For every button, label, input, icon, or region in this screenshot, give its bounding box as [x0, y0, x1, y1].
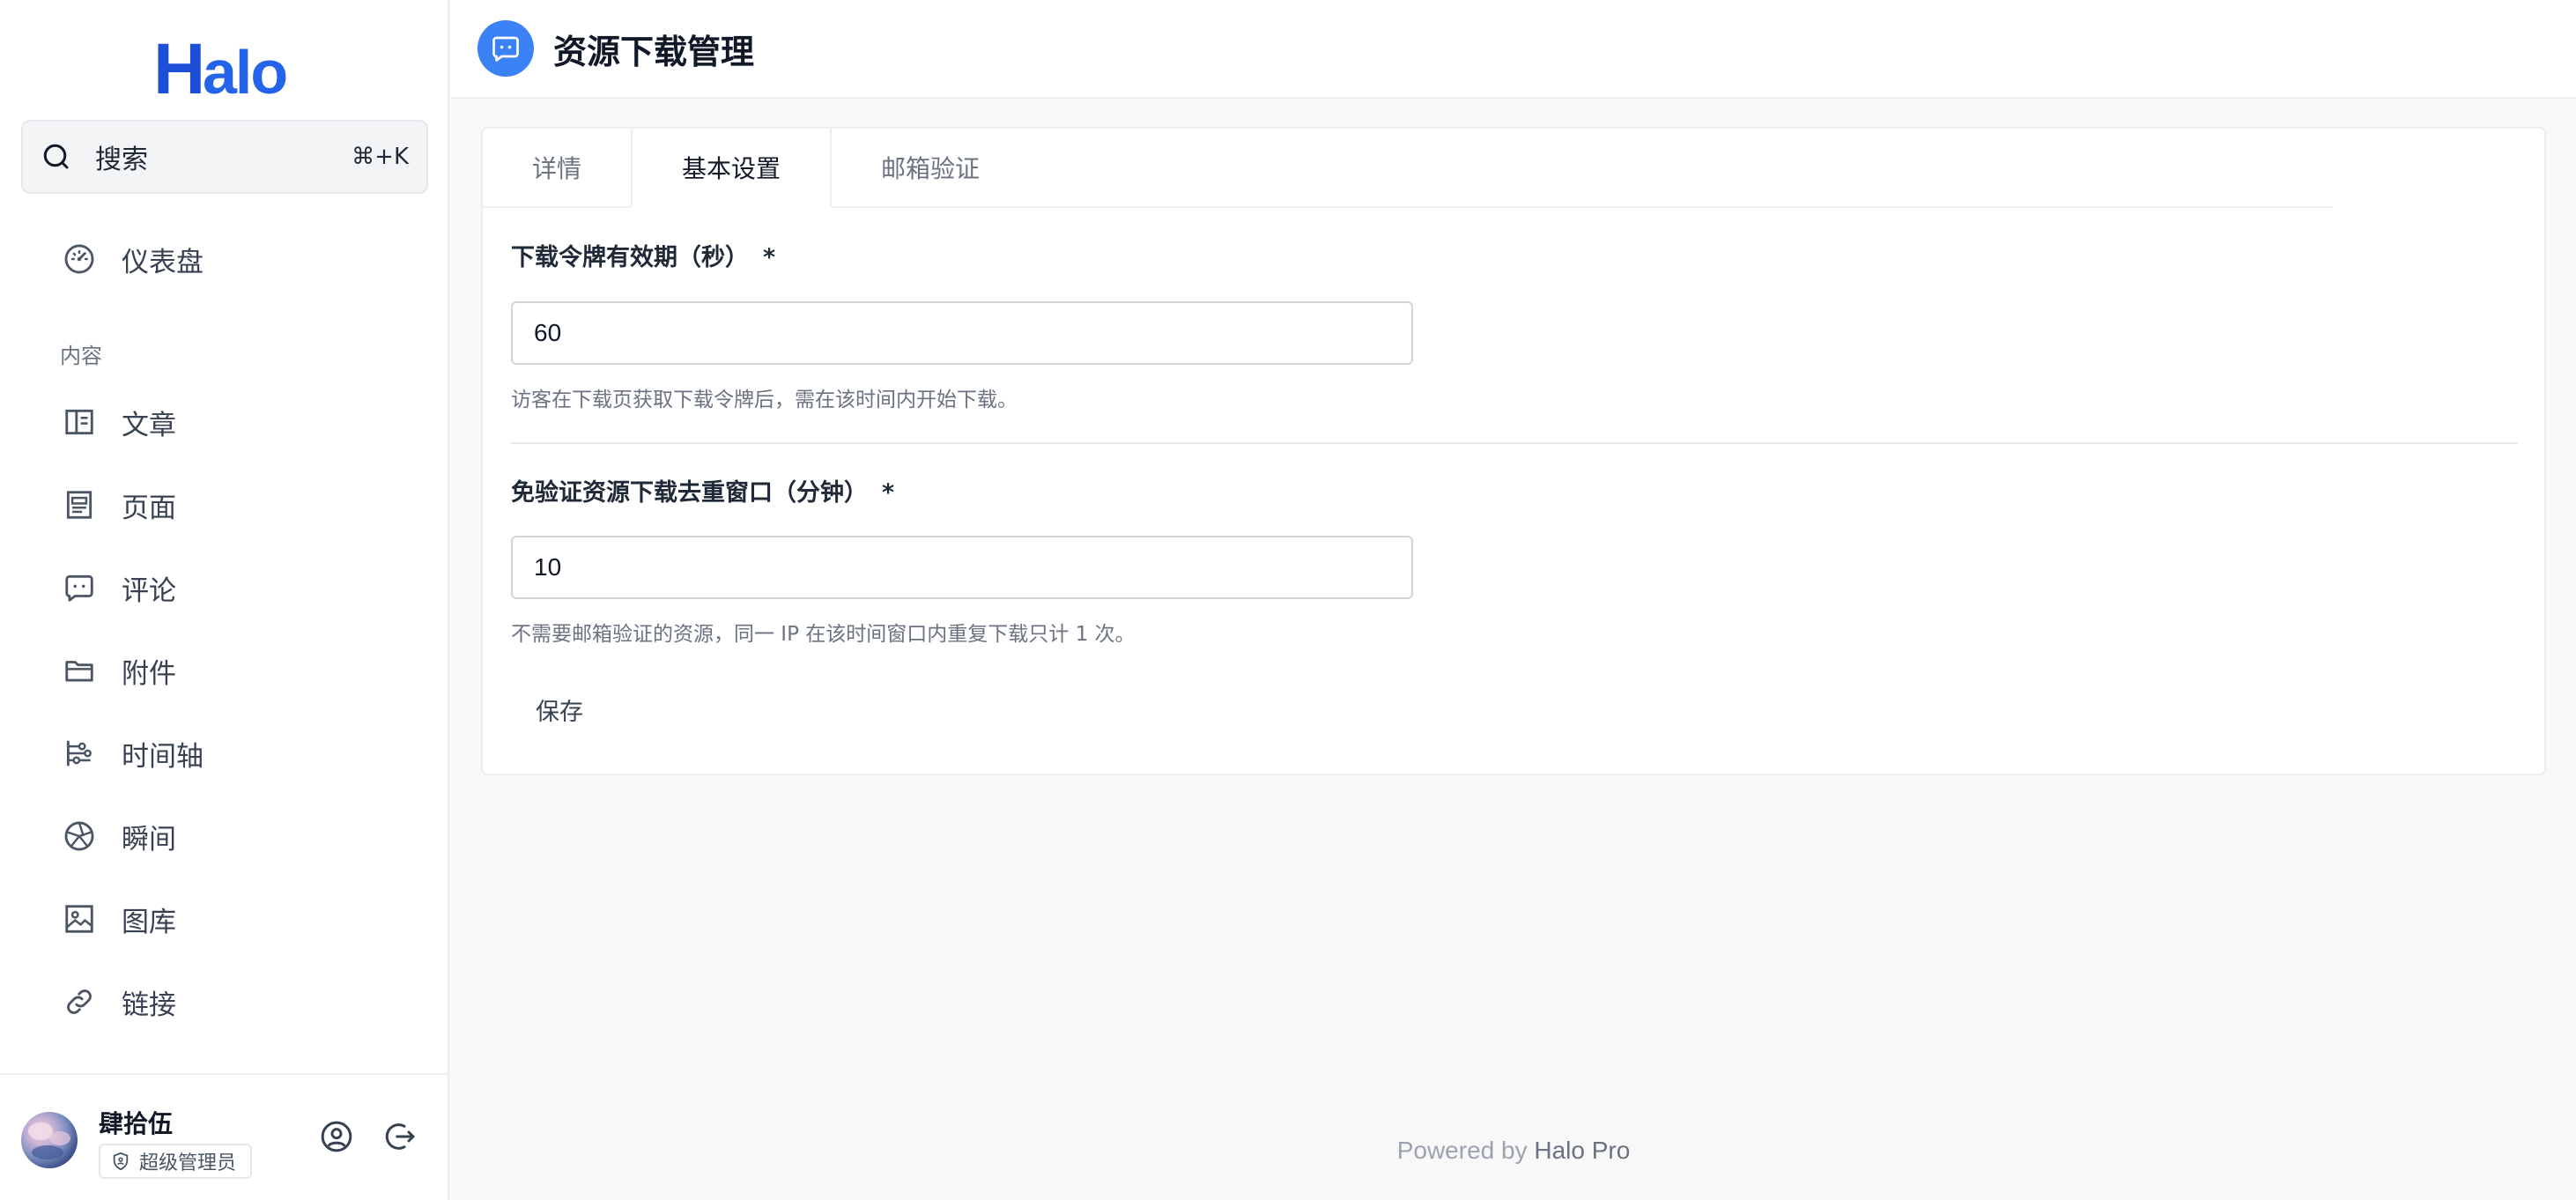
sidebar-item-label: 图库: [122, 906, 176, 938]
tab-email-verification[interactable]: 邮箱验证: [832, 129, 1029, 206]
page-icon: [62, 487, 97, 522]
sidebar-item-comments[interactable]: 评论: [62, 561, 432, 614]
search-shortcut: ⌘+K: [352, 144, 409, 170]
image-icon: [62, 901, 97, 937]
search-box[interactable]: 搜索 ⌘+K: [21, 120, 428, 194]
dashboard-icon: [62, 241, 97, 277]
search-icon: [43, 144, 69, 169]
sidebar: H alo 搜索 ⌘+K 仪表盘 内容 文章 页面 评论 附件 时间轴 瞬间 图…: [0, 0, 449, 1200]
sidebar-item-label: 附件: [122, 657, 176, 690]
shield-icon: [113, 1152, 129, 1171]
footer-prefix: Powered by: [1396, 1137, 1535, 1164]
sidebar-item-attachments[interactable]: 附件: [62, 644, 432, 697]
sidebar-item-dashboard[interactable]: 仪表盘: [62, 233, 432, 285]
svg-text:H: H: [153, 37, 203, 102]
sidebar-item-label: 链接: [122, 989, 176, 1021]
plugin-icon: [477, 20, 534, 77]
avatar[interactable]: [21, 1112, 78, 1168]
sidebar-item-links[interactable]: 链接: [62, 975, 432, 1028]
dedupe-window-help: 不需要邮箱验证的资源，同一 IP 在该时间窗口内重复下载只计 1 次。: [511, 623, 1136, 646]
tab-basic-settings[interactable]: 基本设置: [631, 129, 833, 206]
token-ttl-help: 访客在下载页获取下载令牌后，需在该时间内开始下载。: [511, 389, 1018, 411]
halo-logo[interactable]: H alo: [0, 30, 448, 109]
page-header: 资源下载管理: [451, 0, 2576, 99]
tab-bar: 详情 基本设置 邮箱验证: [483, 129, 2333, 208]
search-label: 搜索: [95, 144, 148, 175]
comment-icon: [62, 570, 97, 605]
settings-card: 详情 基本设置 邮箱验证 下载令牌有效期（秒） * 访客在下载页获取下载令牌后，需…: [481, 127, 2546, 775]
profile-button[interactable]: [319, 1119, 354, 1154]
token-ttl-label-text: 下载令牌有效期（秒）: [511, 244, 749, 271]
sidebar-item-label: 评论: [122, 574, 176, 607]
divider: [511, 442, 2518, 444]
tab-details[interactable]: 详情: [483, 129, 631, 206]
token-ttl-label: 下载令牌有效期（秒） *: [511, 238, 775, 272]
post-icon: [62, 404, 97, 440]
svg-text:alo: alo: [203, 38, 286, 102]
sidebar-item-label: 文章: [122, 409, 176, 441]
user-name: 肆拾伍: [99, 1109, 174, 1138]
footer: Powered by Halo Pro: [451, 1137, 2576, 1165]
role-badge: 超级管理员: [99, 1144, 253, 1179]
section-title-content: 内容: [60, 344, 102, 368]
page-title: 资源下载管理: [553, 32, 755, 71]
logout-icon: [385, 1123, 415, 1150]
halo-logo-mark: H alo: [153, 37, 288, 102]
timeline-icon: [62, 736, 97, 771]
sidebar-item-pages[interactable]: 页面: [62, 478, 432, 531]
sidebar-item-timeline[interactable]: 时间轴: [62, 727, 432, 780]
sidebar-item-label: 仪表盘: [122, 246, 204, 278]
sidebar-item-gallery[interactable]: 图库: [62, 893, 432, 945]
dedupe-window-input[interactable]: [511, 536, 1413, 599]
sidebar-item-posts[interactable]: 文章: [62, 396, 432, 448]
required-mark: *: [763, 244, 776, 271]
role-label: 超级管理员: [139, 1152, 237, 1174]
dedupe-window-label-text: 免验证资源下载去重窗口（分钟）: [511, 479, 868, 507]
footer-brand-link[interactable]: Halo Pro: [1534, 1137, 1630, 1164]
dedupe-window-label: 免验证资源下载去重窗口（分钟） *: [511, 473, 894, 507]
avatar-image: [28, 1122, 70, 1159]
user-circle-icon: [321, 1121, 352, 1152]
link-icon: [62, 984, 97, 1019]
logout-button[interactable]: [382, 1119, 418, 1154]
folder-icon: [62, 653, 97, 688]
sidebar-item-label: 页面: [122, 492, 176, 524]
aperture-icon: [62, 819, 97, 854]
sidebar-item-label: 瞬间: [122, 823, 176, 856]
token-ttl-input[interactable]: [511, 301, 1413, 365]
sidebar-item-moments[interactable]: 瞬间: [62, 810, 432, 863]
save-button[interactable]: 保存: [509, 684, 610, 735]
required-mark: *: [882, 479, 895, 507]
sidebar-item-label: 时间轴: [122, 740, 204, 773]
